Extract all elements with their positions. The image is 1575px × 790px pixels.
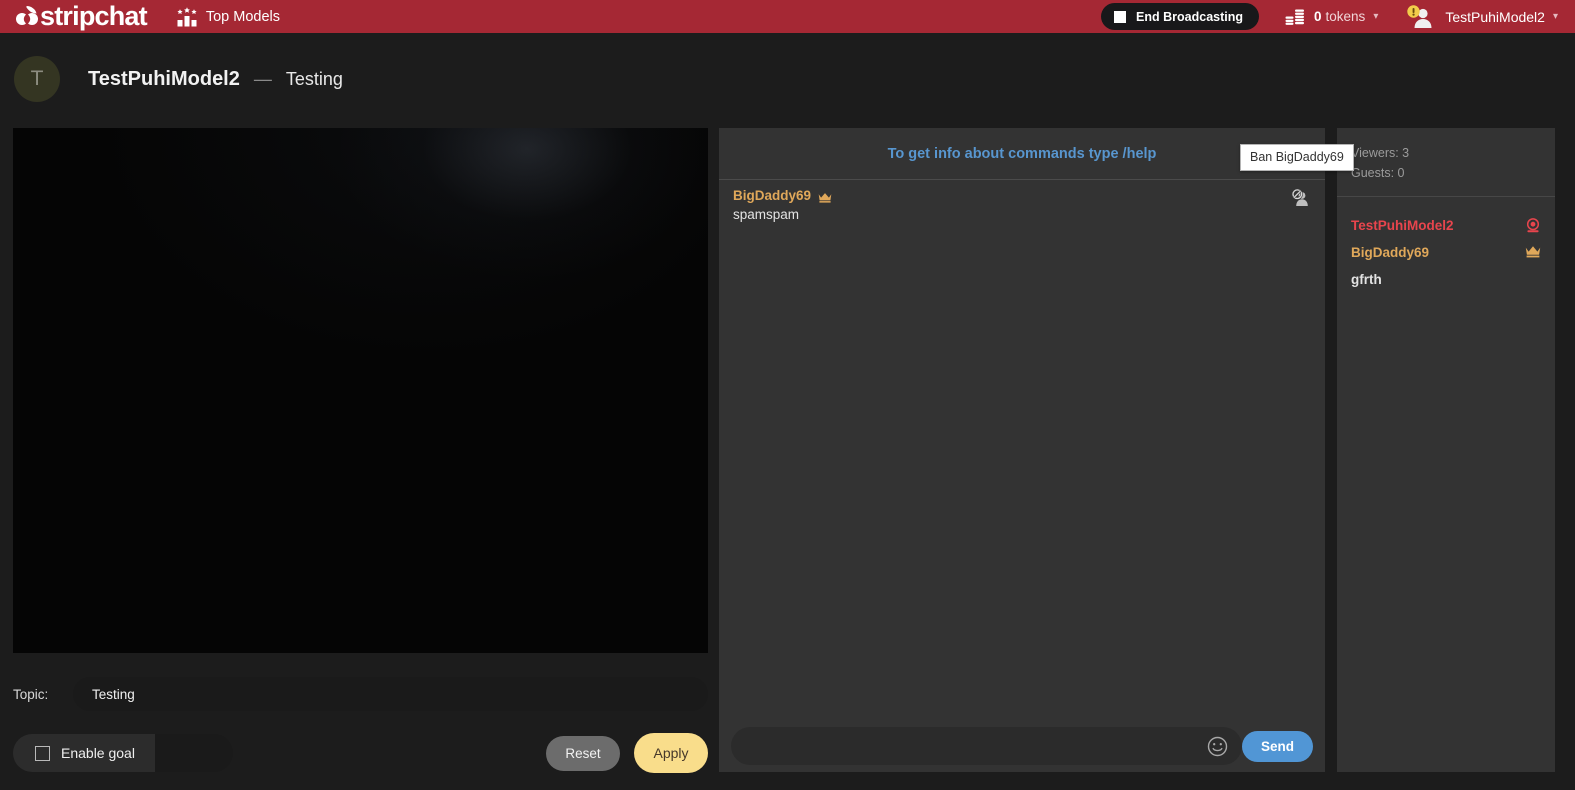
channel-topic-text: Testing xyxy=(285,68,343,89)
guests-count: Guests: 0 xyxy=(1351,166,1405,180)
chat-header: To get info about commands type /help Ba… xyxy=(719,128,1354,180)
chat-help-link[interactable]: To get info about commands type /help xyxy=(888,146,1157,162)
message-text: spamspam xyxy=(733,207,800,222)
message-header: BigDaddy69 xyxy=(733,188,1311,203)
account-name: TestPuhiModel2 xyxy=(1445,8,1545,25)
stripchat-logo-icon xyxy=(14,4,39,29)
nav-top-models[interactable]: Top Models xyxy=(176,6,280,27)
chat-message-list[interactable]: BigDaddy69 spamspam xyxy=(719,180,1325,720)
crown-icon xyxy=(1525,245,1541,260)
brand-name: stripchat xyxy=(40,1,148,31)
user-ban-icon[interactable] xyxy=(1291,188,1309,207)
topbar-right-group: End Broadcasting 0 tokens ▾ TestPuhiMode… xyxy=(1101,0,1575,33)
broadcast-column: Topic: Enable goal Reset Apply xyxy=(13,128,708,773)
avatar-initial: T xyxy=(30,67,44,90)
list-item[interactable]: TestPuhiModel2 xyxy=(1337,212,1555,239)
viewer-list: TestPuhiModel2 BigDaddy69 gfrth xyxy=(1337,197,1555,293)
brand-logo[interactable]: stripchat xyxy=(14,0,148,33)
user-avatar-warning-icon xyxy=(1406,4,1436,29)
chat-input[interactable] xyxy=(731,727,1207,765)
apply-button[interactable]: Apply xyxy=(634,733,708,773)
viewer-list-panel: Viewers: 3 Guests: 0 TestPuhiModel2 BigD… xyxy=(1337,128,1555,772)
table-row: BigDaddy69 spamspam xyxy=(719,180,1325,232)
crown-icon xyxy=(818,190,832,203)
podium-stars-icon xyxy=(176,6,198,27)
avatar[interactable]: T xyxy=(14,56,60,102)
account-menu-button[interactable]: TestPuhiModel2 ▾ xyxy=(1406,4,1558,29)
enable-goal-checkbox[interactable] xyxy=(35,745,50,761)
enable-goal-label: Enable goal xyxy=(61,745,135,761)
webcam-icon xyxy=(1525,218,1541,233)
viewer-name: TestPuhiModel2 xyxy=(1351,218,1454,233)
tokens-count: 0 xyxy=(1314,9,1322,24)
reset-button[interactable]: Reset xyxy=(546,735,620,771)
nav-top-models-label: Top Models xyxy=(205,8,280,25)
top-header-bar: stripchat Top Models End Broadcasting 0 … xyxy=(0,0,1575,33)
chat-composer: Send xyxy=(719,720,1325,772)
list-item[interactable]: BigDaddy69 xyxy=(1337,239,1555,266)
list-item[interactable]: gfrth xyxy=(1337,266,1555,293)
chevron-down-icon: ▾ xyxy=(1552,10,1558,22)
tokens-balance-button[interactable]: 0 tokens ▾ xyxy=(1285,8,1378,25)
enable-goal-toggle[interactable]: Enable goal xyxy=(13,734,155,772)
chevron-down-icon: ▾ xyxy=(1373,10,1379,22)
topic-label: Topic: xyxy=(13,686,49,702)
channel-header: T TestPuhiModel2 — Testing xyxy=(0,33,1575,125)
viewer-counts: Viewers: 3 Guests: 0 xyxy=(1337,128,1555,197)
video-preview[interactable] xyxy=(13,128,708,653)
chat-panel: To get info about commands type /help Ba… xyxy=(719,128,1354,772)
goal-amount-input[interactable] xyxy=(154,734,233,772)
topic-input[interactable] xyxy=(73,677,708,711)
viewer-name: gfrth xyxy=(1351,272,1382,287)
topic-row: Topic: xyxy=(13,677,708,711)
viewers-count: Viewers: 3 xyxy=(1351,146,1410,160)
message-username[interactable]: BigDaddy69 xyxy=(733,188,811,203)
end-broadcasting-button[interactable]: End Broadcasting xyxy=(1101,3,1260,30)
page-title: TestPuhiModel2 xyxy=(88,67,240,90)
viewer-name: BigDaddy69 xyxy=(1351,245,1430,260)
stop-square-icon xyxy=(1114,10,1127,23)
title-separator: — xyxy=(253,68,272,89)
ban-tooltip: Ban BigDaddy69 xyxy=(1240,144,1354,171)
chat-input-wrapper xyxy=(731,727,1242,765)
no-badge xyxy=(1525,272,1541,287)
coin-stack-icon xyxy=(1285,8,1307,25)
end-broadcasting-label: End Broadcasting xyxy=(1136,9,1244,24)
smiley-face-icon[interactable] xyxy=(1207,736,1228,757)
send-button[interactable]: Send xyxy=(1242,730,1313,762)
goal-row: Enable goal Reset Apply xyxy=(13,733,708,773)
tokens-word: tokens xyxy=(1325,9,1366,24)
